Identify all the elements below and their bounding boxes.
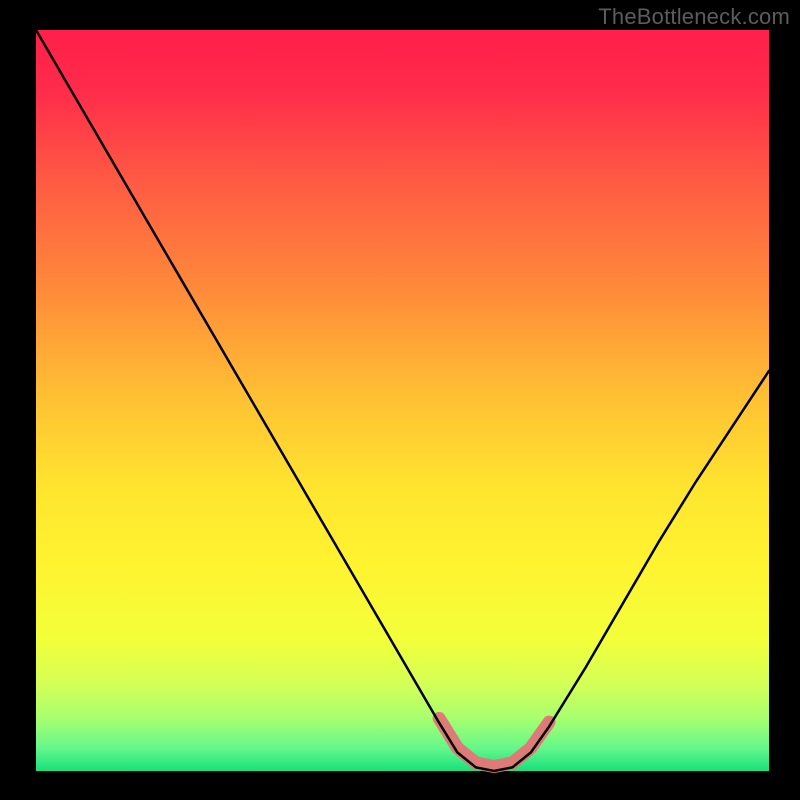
watermark-text: TheBottleneck.com: [598, 4, 790, 30]
bottleneck-chart: [0, 0, 800, 800]
chart-stage: TheBottleneck.com: [0, 0, 800, 800]
